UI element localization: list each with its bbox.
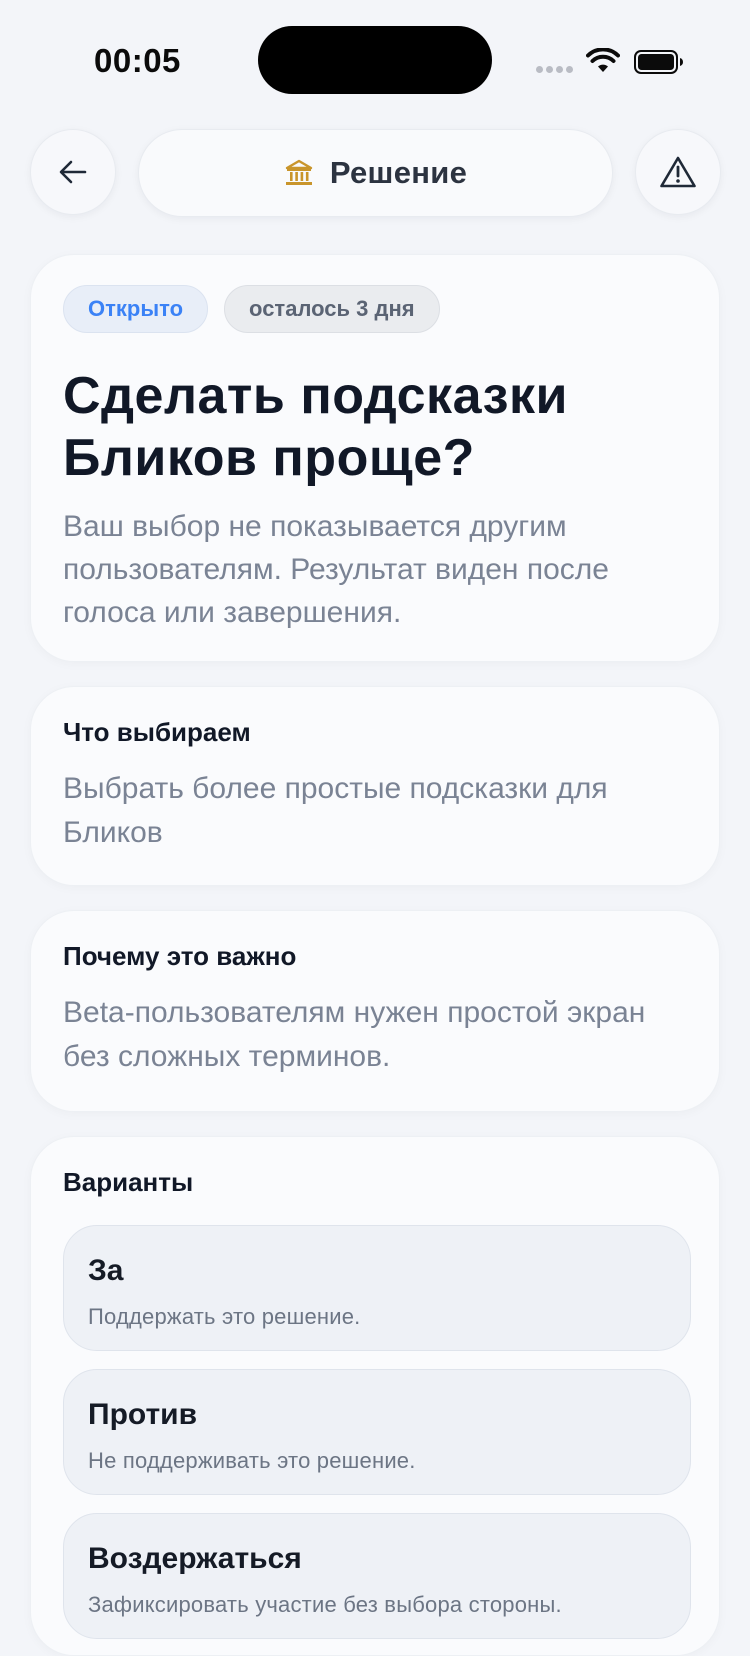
warning-triangle-icon <box>660 156 696 188</box>
report-button[interactable] <box>635 129 721 215</box>
arrow-left-icon <box>59 160 87 184</box>
option-label: Против <box>88 1398 198 1431</box>
option-label: За <box>88 1254 124 1287</box>
option-description: Зафиксировать участие без выбора стороны… <box>88 1592 562 1617</box>
option-description: Не поддерживать это решение. <box>88 1448 416 1473</box>
signal-dots-icon <box>536 66 576 74</box>
decision-title: Сделать подсказки Бликов проще? <box>63 367 568 487</box>
battery-icon <box>634 50 683 74</box>
what-we-choose-card: Что выбираем Выбрать более простые подск… <box>30 686 720 886</box>
options-card: Варианты За Поддержать это решение. Прот… <box>30 1136 720 1656</box>
wifi-icon <box>586 48 620 72</box>
time-left-badge: осталось 3 дня <box>224 285 440 333</box>
section-heading: Что выбираем <box>63 717 251 747</box>
decision-subtitle: Ваш выбор не показывается другим пользов… <box>63 510 609 629</box>
dynamic-island <box>258 26 492 94</box>
page-title: Решение <box>329 155 468 190</box>
option-description: Поддержать это решение. <box>88 1304 361 1329</box>
top-nav: Решение <box>0 126 750 218</box>
decision-summary-card: Открыто осталось 3 дня Сделать подсказки… <box>30 254 720 662</box>
badge-row: Открыто осталось 3 дня <box>63 285 440 333</box>
why-it-matters-card: Почему это важно Beta-пользователям нуже… <box>30 910 720 1112</box>
section-body: Beta-пользователям нужен простой экран б… <box>63 996 646 1073</box>
status-bar: 00:05 <box>0 0 750 120</box>
page-title-pill: Решение <box>138 129 613 217</box>
status-time: 00:05 <box>94 42 181 79</box>
option-label: Воздержаться <box>88 1542 302 1575</box>
option-against[interactable]: Против Не поддерживать это решение. <box>63 1369 691 1495</box>
bank-icon <box>285 159 313 185</box>
section-heading: Почему это важно <box>63 941 297 971</box>
option-for[interactable]: За Поддержать это решение. <box>63 1225 691 1351</box>
section-body: Выбрать более простые подсказки для Блик… <box>63 772 608 849</box>
back-button[interactable] <box>30 129 116 215</box>
status-badge: Открыто <box>63 285 209 333</box>
options-heading: Варианты <box>63 1167 194 1197</box>
option-abstain[interactable]: Воздержаться Зафиксировать участие без в… <box>63 1513 691 1639</box>
